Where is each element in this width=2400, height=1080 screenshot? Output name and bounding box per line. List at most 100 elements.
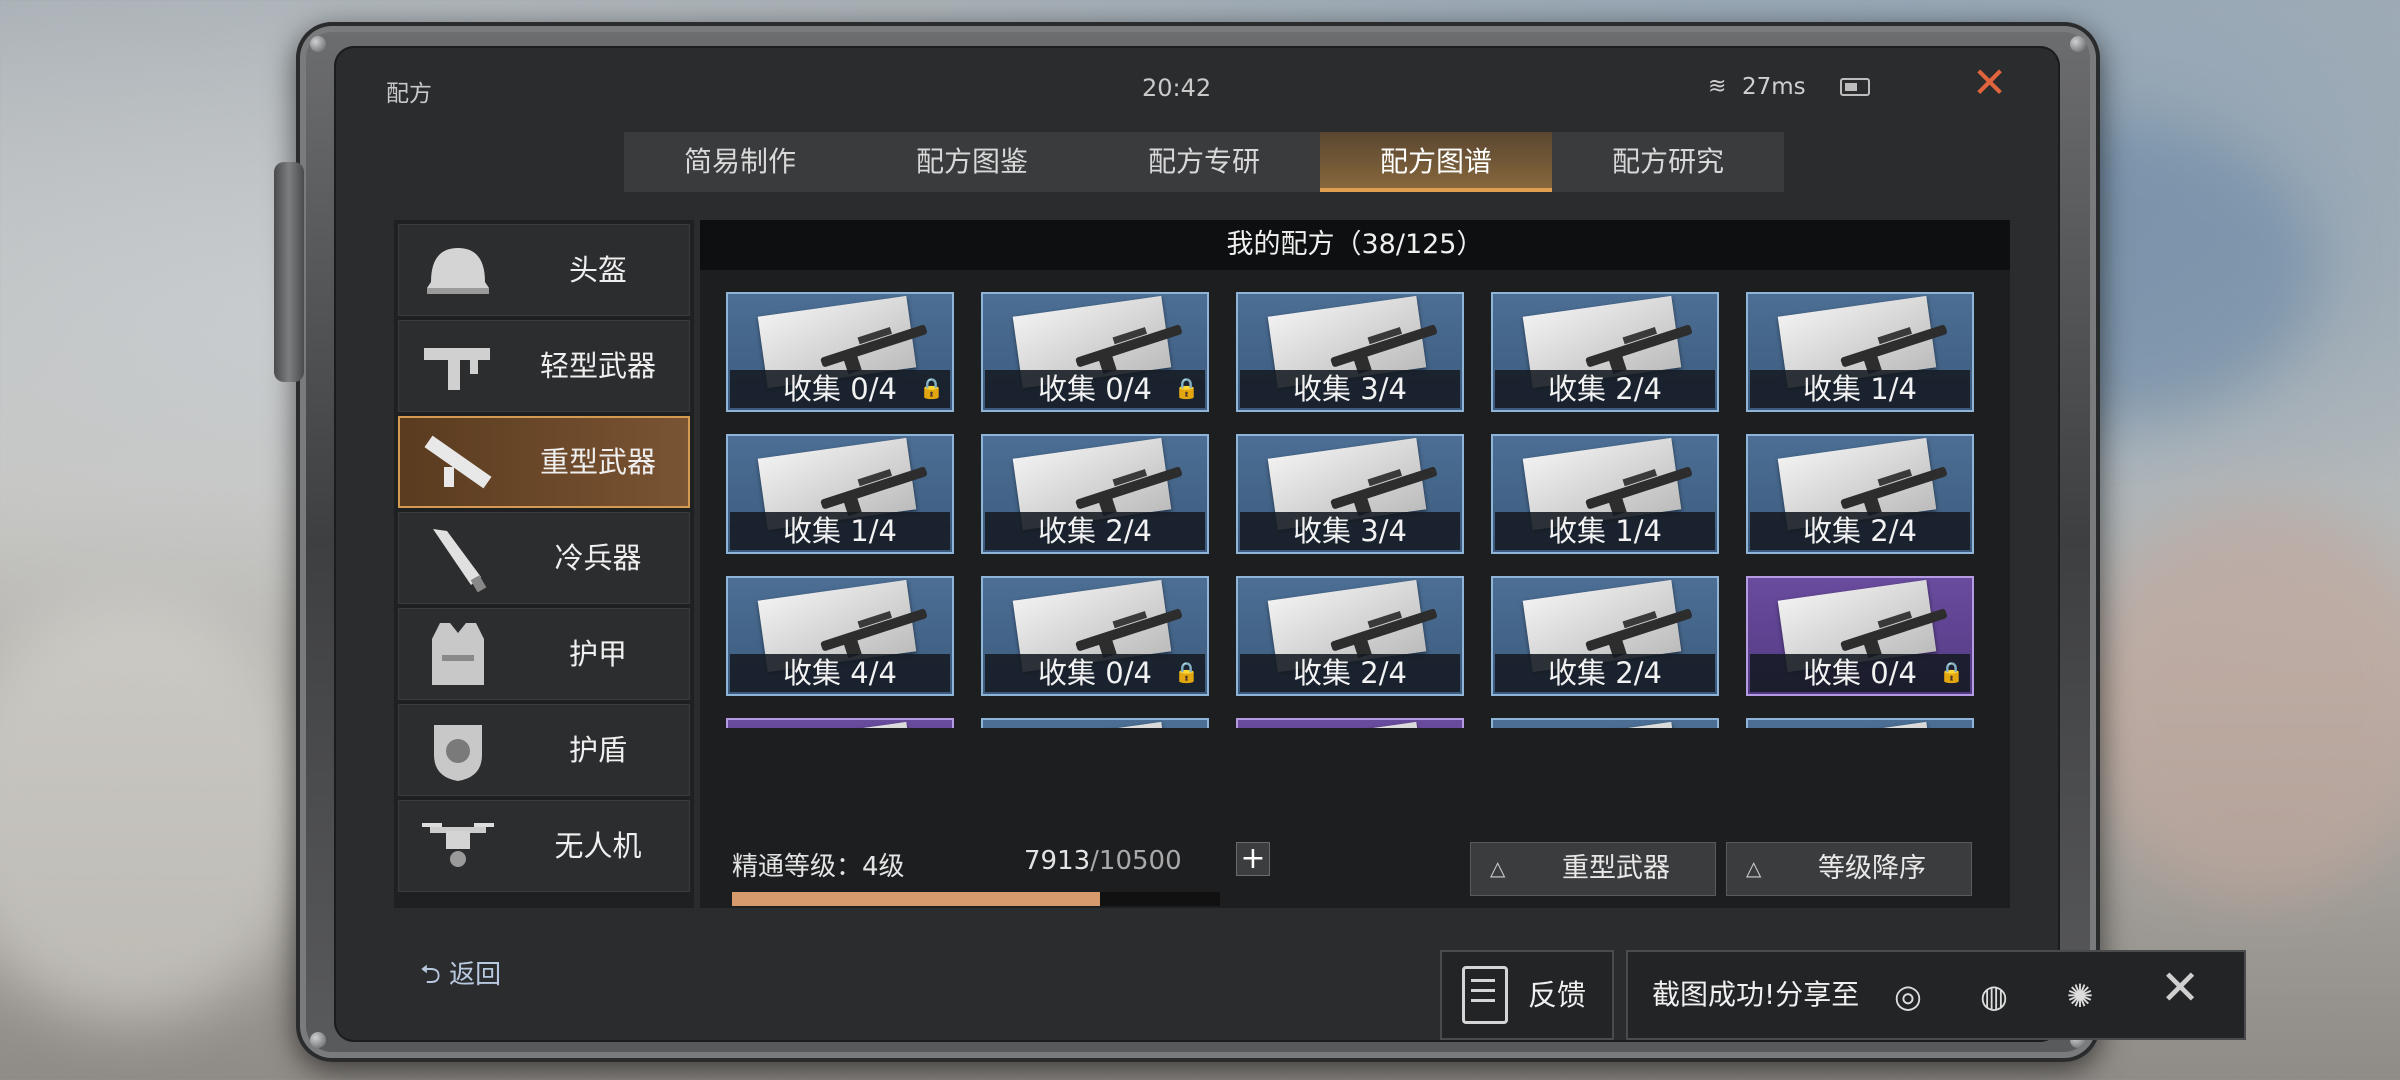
recipe-collect-label: 收集 1/4 (1495, 512, 1715, 550)
recipe-card[interactable]: 收集 2/4 (981, 718, 1209, 728)
share-message: 截图成功!分享至 (1652, 978, 1860, 1011)
recipe-card[interactable]: 收集 1/4 (1746, 718, 1974, 728)
sidebar-item-label: 护盾 (568, 733, 627, 767)
weapon-image (1075, 466, 1183, 510)
sort-filter-button[interactable]: △ 等级降序 (1726, 842, 1972, 896)
recipe-collect-label: 收集 0/4 (985, 654, 1205, 692)
recipe-card[interactable]: 收集 3/4 (1236, 292, 1464, 412)
lock-icon: 🔒 (1174, 660, 1199, 684)
feedback-button[interactable]: 反馈 (1440, 950, 1614, 1040)
recipe-count-header: 我的配方（38/125） (700, 220, 2010, 270)
recipe-card[interactable]: 收集 1/2 (1236, 718, 1464, 728)
sidebar-item-label: 无人机 (554, 829, 642, 863)
tab-simple-craft[interactable]: 简易制作 (624, 132, 856, 192)
weapon-image (1585, 608, 1693, 652)
mastery-level: 精通等级：4级 (732, 852, 905, 882)
weapon-image (1585, 324, 1693, 368)
recipe-collect-label: 收集 2/4 (985, 512, 1205, 550)
wifi-icon: ≋ (1708, 74, 1727, 99)
recipe-card[interactable]: 收集 4/4 (726, 576, 954, 696)
triangle-up-icon: △ (1746, 856, 1762, 880)
clock: 20:42 (1142, 74, 1212, 102)
smg-icon (412, 330, 504, 402)
weapon-image (1840, 608, 1948, 652)
close-icon[interactable]: ✕ (2160, 964, 2200, 1012)
recipe-panel: 配方 20:42 ≋ 27ms ✕ 简易制作 配方图鉴 配方专研 配方图谱 配方… (334, 46, 2060, 1042)
sidebar-item-armor[interactable]: 护甲 (398, 608, 690, 700)
sidebar-item-shield[interactable]: 护盾 (398, 704, 690, 796)
helmet-icon (412, 234, 504, 306)
recipe-collection: 我的配方（38/125） 收集 0/4 🔒 收集 0/4 🔒 收集 3/4 收集 2/4 收… (700, 220, 2010, 908)
weapon-image (1840, 324, 1948, 368)
drone-icon (412, 810, 504, 882)
add-mastery-button[interactable]: + (1236, 842, 1270, 876)
recipe-card[interactable]: 收集 0/4🔒 (981, 292, 1209, 412)
sidebar-item-helmet[interactable]: 头盔 (398, 224, 690, 316)
sidebar-item-melee[interactable]: 冷兵器 (398, 512, 690, 604)
mastery-max: /10500 (1090, 846, 1182, 876)
return-icon: ⮌ (420, 960, 441, 990)
tab-recipe-catalog[interactable]: 配方图鉴 (856, 132, 1088, 192)
recipe-card[interactable]: 收集 1/4 (1491, 434, 1719, 554)
sidebar-item-light-weapons[interactable]: 轻型武器 (398, 320, 690, 412)
mastery-progress-bar (732, 892, 1220, 906)
recipe-collect-label: 收集 2/4 (1240, 654, 1460, 692)
mastery-progress-text: 7913/10500 (1024, 846, 1182, 876)
recipe-card[interactable]: 收集 0/4🔒 (726, 718, 954, 728)
recipe-card[interactable]: 收集 2/4 (981, 434, 1209, 554)
recipe-card[interactable]: 收集 2/4 (1491, 292, 1719, 412)
recipe-card[interactable]: 收集 0/4🔒 (1746, 576, 1974, 696)
weapon-image (1075, 324, 1183, 368)
armor-vest-icon (412, 618, 504, 690)
recipe-card[interactable]: 收集 0/4🔒 (981, 576, 1209, 696)
shield-icon (412, 714, 504, 786)
ping-readout: 27ms (1742, 74, 1806, 100)
sidebar-item-heavy-weapons[interactable]: 重型武器 (398, 416, 690, 508)
tab-recipe-research[interactable]: 配方研究 (1552, 132, 1784, 192)
battery-icon (1840, 78, 1870, 96)
recipe-card[interactable]: 收集 3/4 (1236, 434, 1464, 554)
share-bar: 截图成功!分享至 ◎ ◍ ✺ ✕ (1626, 950, 2246, 1040)
close-icon[interactable]: ✕ (1972, 62, 2007, 104)
feedback-label: 反馈 (1528, 978, 1587, 1012)
recipe-collect-label: 收集 1/4 (1750, 370, 1970, 408)
launcher-icon (412, 426, 504, 498)
clipboard-icon (1462, 966, 1508, 1024)
back-button[interactable]: ⮌ 返回 (420, 954, 501, 1000)
weapon-image (1330, 608, 1438, 652)
lock-icon: 🔒 (919, 376, 944, 400)
recipe-card[interactable]: 收集 2/4 (1491, 576, 1719, 696)
recipe-collect-label: 收集 2/4 (1495, 370, 1715, 408)
recipe-card[interactable]: 收集 2/4 (1236, 576, 1464, 696)
weibo-icon[interactable]: ◎ (1882, 970, 1934, 1022)
recipe-card[interactable]: 收集 2/4 (1746, 434, 1974, 554)
recipe-card[interactable]: 收集 1/4 (1746, 292, 1974, 412)
camera-shutter-icon[interactable]: ✺ (2054, 970, 2106, 1022)
status-bar: 配方 20:42 ≋ 27ms ✕ (334, 46, 2060, 112)
weapon-image (1840, 466, 1948, 510)
wechat-icon[interactable]: ◍ (1968, 970, 2020, 1022)
recipe-card[interactable]: 收集 1/4 (726, 434, 954, 554)
tab-recipe-atlas[interactable]: 配方图谱 (1320, 132, 1552, 192)
weapon-image (1075, 608, 1183, 652)
window-title: 配方 (386, 81, 432, 107)
sidebar-item-drone[interactable]: 无人机 (398, 800, 690, 892)
recipe-collect-label: 收集 2/4 (1495, 654, 1715, 692)
tab-bar: 简易制作 配方图鉴 配方专研 配方图谱 配方研究 (624, 132, 1784, 192)
recipe-collect-label: 收集 2/4 (1750, 512, 1970, 550)
recipe-collect-label: 收集 1/4 (730, 512, 950, 550)
tab-recipe-study[interactable]: 配方专研 (1088, 132, 1320, 192)
sidebar-item-label: 重型武器 (539, 445, 656, 479)
category-filter-button[interactable]: △ 重型武器 (1470, 842, 1716, 896)
recipe-card[interactable]: 收集 2/4 (1491, 718, 1719, 728)
sidebar-item-label: 头盔 (568, 253, 627, 287)
frame-hinge (274, 162, 304, 382)
recipe-collect-label: 收集 4/4 (730, 654, 950, 692)
category-sidebar: 头盔 轻型武器 重型武器 冷兵器 护甲 护盾 无人机 (394, 220, 694, 908)
recipe-grid: 收集 0/4 🔒 收集 0/4 🔒 收集 3/4 收集 2/4 收集 1/4 收集 1/4 收集… (726, 292, 1990, 728)
recipe-collect-label: 收集 0/4 (985, 370, 1205, 408)
triangle-up-icon: △ (1490, 856, 1506, 880)
recipe-card[interactable]: 收集 0/4🔒 (726, 292, 954, 412)
blueprint-paper (1267, 721, 1427, 728)
weapon-image (1330, 324, 1438, 368)
